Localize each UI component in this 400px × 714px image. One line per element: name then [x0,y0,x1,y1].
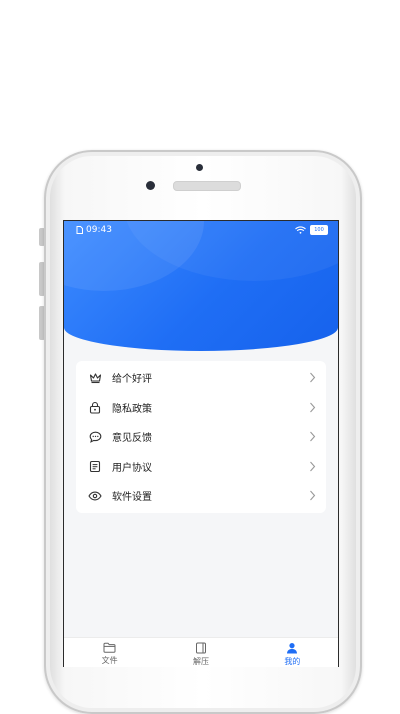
chevron-right-icon [310,372,316,383]
folder-icon [103,642,116,653]
chevron-right-icon [310,490,316,501]
menu-item-label: 给个好评 [112,374,152,386]
battery-icon: 100 [310,225,328,235]
tab-files[interactable]: 文件 [64,638,155,667]
tab-mine[interactable]: 我的 [247,638,338,667]
app-screen: 09:43 100 给个好评 隐私政策 意见反馈 用户协议 软件设置 文件 解压… [63,220,339,667]
menu-item-rate[interactable]: 给个好评 [76,363,326,393]
tab-extract[interactable]: 解压 [155,638,246,667]
tab-label: 解压 [192,657,209,666]
chat-icon [88,430,102,444]
menu-item-label: 用户协议 [112,462,152,474]
menu-item-label: 软件设置 [112,492,152,504]
status-time: 09:43 [86,225,112,235]
chevron-right-icon [310,431,316,442]
menu-item-label: 意见反馈 [112,433,152,445]
menu-item-feedback[interactable]: 意见反馈 [76,422,326,452]
chevron-right-icon [310,461,316,471]
chevron-right-icon [310,402,316,412]
earpiece-speaker [173,181,241,191]
menu-card: 给个好评 隐私政策 意见反馈 用户协议 软件设置 [76,361,326,513]
wifi-icon [295,226,306,234]
profile-header [64,221,338,351]
sim-card-icon [76,226,83,234]
menu-item-agreement[interactable]: 用户协议 [76,452,326,482]
tab-label: 我的 [284,657,301,666]
archive-icon [195,642,206,654]
tab-label: 文件 [101,656,118,665]
menu-item-privacy[interactable]: 隐私政策 [76,393,326,423]
user-icon [287,643,298,654]
proximity-sensor [196,164,203,171]
menu-item-label: 隐私政策 [112,403,152,415]
lock-icon [88,400,102,414]
document-icon [88,459,102,473]
status-bar: 09:43 100 [64,221,338,239]
crown-icon [88,371,102,385]
menu-item-settings[interactable]: 软件设置 [76,481,326,511]
bottom-tab-bar: 文件 解压 我的 [64,637,338,667]
front-camera [146,181,155,190]
eye-icon [88,489,102,503]
